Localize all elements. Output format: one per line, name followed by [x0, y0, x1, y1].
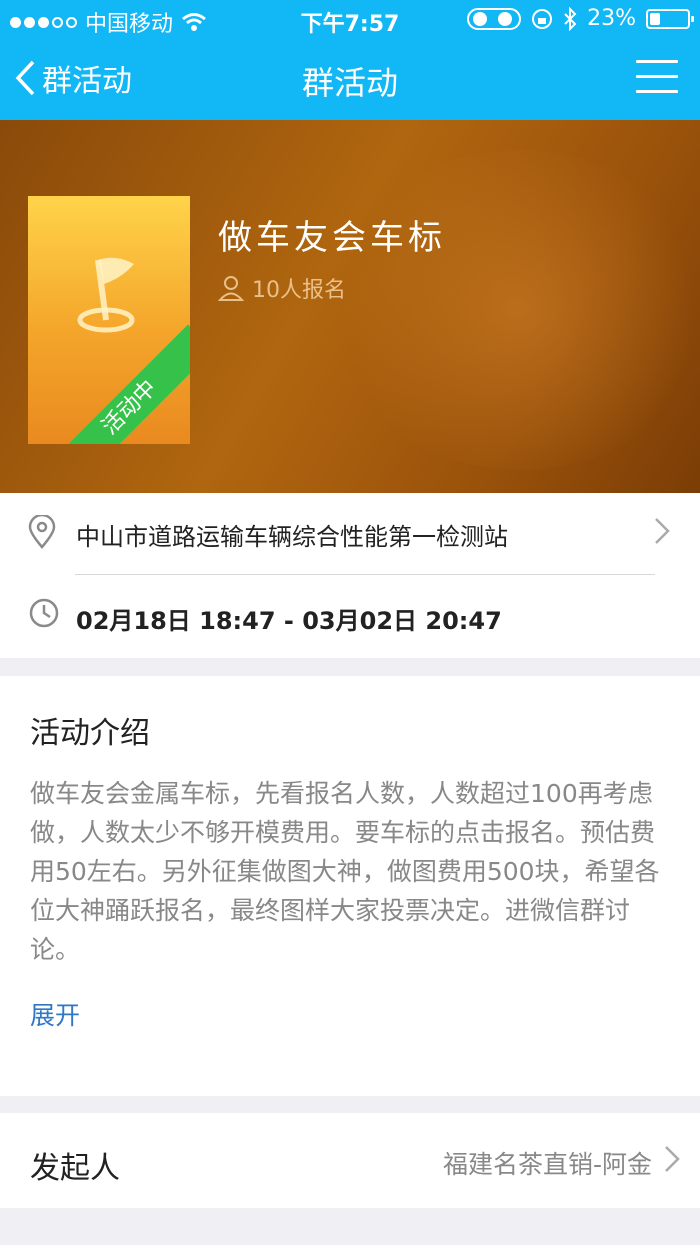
location-pin-icon: [28, 515, 56, 549]
signup-count-label: 10人报名: [252, 278, 346, 303]
lock-rotation-icon: [532, 8, 553, 29]
intro-body: 做车友会金属车标，先看报名人数，人数超过100再考虑做，人数太少不够开模费用。要…: [30, 779, 660, 964]
clock-icon: [29, 598, 59, 628]
battery-percent: 23%: [587, 6, 636, 31]
initiator-label: 发起人: [30, 1151, 120, 1186]
event-poster[interactable]: 活动中: [28, 196, 190, 444]
initiator-name: 福建名茶直销-阿金: [442, 1150, 652, 1179]
page-title: 群活动: [301, 64, 398, 102]
status-bar: 中国移动 下午7:57 23%: [0, 0, 700, 40]
intro-heading: 活动介绍: [30, 716, 150, 751]
event-title: 做车友会车标: [218, 218, 446, 258]
event-info-card: 中山市道路运输车辆综合性能第一检测站 02月18日 18:47 - 03月02日…: [0, 493, 700, 658]
expand-link[interactable]: 展开: [30, 996, 80, 1032]
menu-icon[interactable]: [636, 60, 678, 96]
user-icon: [218, 276, 244, 301]
status-badge: 活动中: [46, 324, 190, 444]
qq-status-icon: [467, 7, 522, 30]
chevron-right-icon: [655, 518, 670, 544]
battery-icon: [646, 8, 694, 29]
initiator-row[interactable]: 发起人 福建名茶直销-阿金: [0, 1113, 700, 1208]
time-row: 02月18日 18:47 - 03月02日 20:47: [0, 575, 700, 658]
bluetooth-icon: [564, 6, 577, 31]
flag-icon: [77, 257, 135, 333]
signup-count: 10人报名: [218, 272, 346, 304]
location-text: 中山市道路运输车辆综合性能第一检测站: [76, 523, 508, 551]
time-range-text: 02月18日 18:47 - 03月02日 20:47: [76, 607, 502, 635]
chevron-right-icon: [665, 1146, 680, 1172]
location-row[interactable]: 中山市道路运输车辆综合性能第一检测站: [0, 493, 700, 575]
event-hero: 活动中 做车友会车标 10人报名: [0, 120, 700, 493]
top-bar: 中国移动 下午7:57 23% 群活动 群活动: [0, 0, 700, 120]
event-intro-card: 活动介绍 做车友会金属车标，先看报名人数，人数超过100再考虑做，人数太少不够开…: [0, 676, 700, 1096]
navigation-bar: 群活动 群活动: [0, 40, 700, 120]
